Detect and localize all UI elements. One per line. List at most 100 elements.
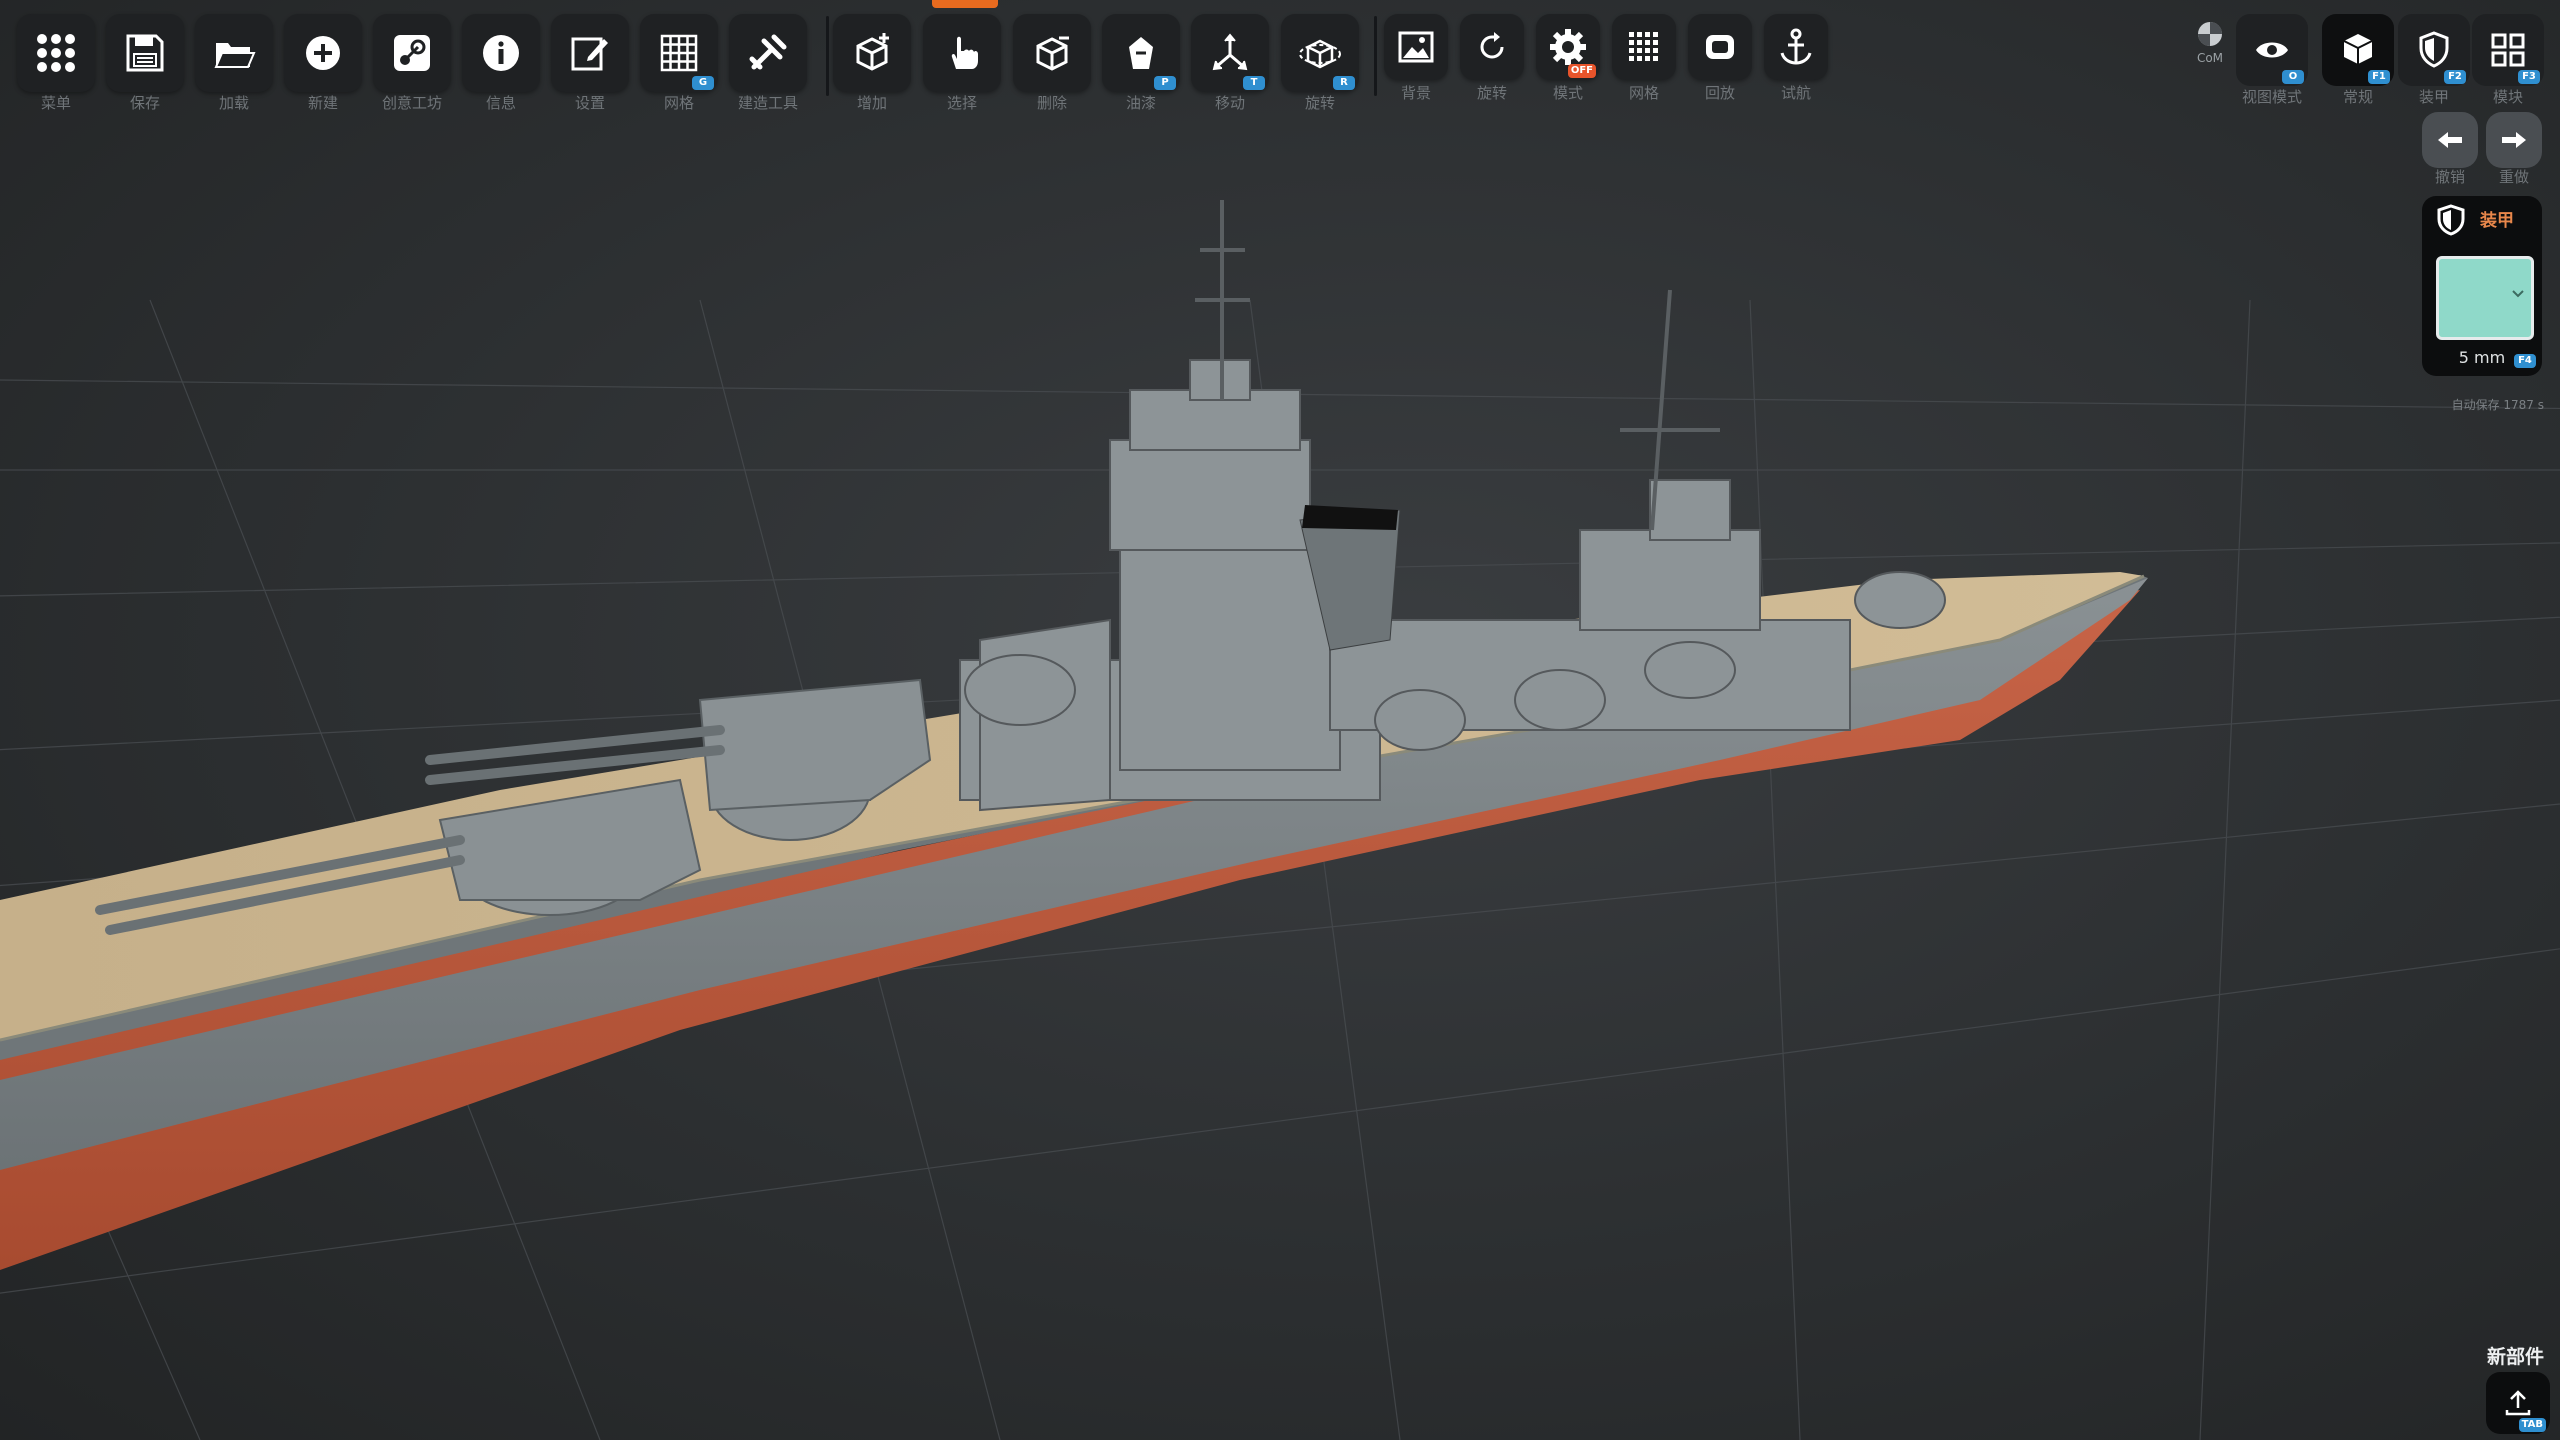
move-axes-icon	[1212, 33, 1248, 71]
toolbar-button-gear[interactable]: OFF	[1536, 14, 1600, 80]
hotkey-badge: P	[1154, 76, 1176, 90]
toolbar-label: 油漆	[1125, 94, 1156, 112]
cube-icon	[2343, 34, 2373, 64]
hotkey-badge: G	[692, 76, 714, 90]
view-button-eye[interactable]: O	[2236, 14, 2308, 86]
replay-icon	[1706, 35, 1734, 59]
toolbar-button-save[interactable]	[106, 14, 184, 92]
grid-icon	[660, 34, 698, 72]
view-button-shield[interactable]: F2	[2398, 14, 2470, 86]
toolbar-label: 新建	[307, 94, 338, 112]
toolbar-button-rotate[interactable]	[1460, 14, 1524, 80]
toolbar-button-anchor[interactable]	[1764, 14, 1828, 80]
toolbar-button-grid[interactable]: G	[640, 14, 718, 92]
toolbar-button-plus-circle[interactable]	[284, 14, 362, 92]
hotkey-badge: R	[1333, 76, 1355, 90]
toolbar-button-grid-dots[interactable]	[17, 14, 95, 92]
toolbar-label: 网格	[663, 94, 694, 112]
3d-viewport[interactable]	[0, 0, 2560, 1440]
toolbar-button-edit[interactable]	[551, 14, 629, 92]
info-icon	[483, 35, 519, 71]
delete-cube-icon	[1036, 36, 1069, 71]
toolbar-divider	[1374, 16, 1377, 96]
undo-button[interactable]	[2422, 112, 2478, 168]
toolbar-button-paint-bucket[interactable]: P	[1102, 14, 1180, 92]
eye-icon	[2256, 42, 2288, 58]
hand-pointer-icon	[951, 36, 978, 69]
active-tool-indicator	[932, 0, 998, 8]
plus-circle-icon	[306, 36, 340, 70]
armor-panel: 装甲 5 mm F4	[2422, 196, 2542, 376]
view-label: 常规	[2342, 88, 2373, 106]
new-part-hotkey-badge: TAB	[2518, 1418, 2546, 1432]
toolbar-button-folder[interactable]	[195, 14, 273, 92]
new-part-button[interactable]: TAB	[2486, 1372, 2550, 1434]
toolbar-button-replay[interactable]	[1688, 14, 1752, 80]
toolbar-label: 设置	[574, 94, 605, 112]
autosave-status: 自动保存 1787 s	[2451, 398, 2544, 412]
toolbar-button-rotate-cube[interactable]: R	[1281, 14, 1359, 92]
rotate-cube-icon	[1299, 39, 1341, 69]
edit-icon	[571, 37, 608, 71]
tools-icon	[749, 34, 787, 70]
redo-button[interactable]	[2486, 112, 2542, 168]
toolbar-label: 移动	[1214, 94, 1245, 112]
hotkey-badge: F1	[2368, 70, 2390, 84]
com-label: CoM	[2196, 51, 2224, 65]
toolbar-button-small-grid[interactable]	[1612, 14, 1676, 80]
toolbar-button-delete-cube[interactable]	[1013, 14, 1091, 92]
image-icon	[1398, 31, 1434, 63]
hotkey-badge: OFF	[1567, 64, 1596, 78]
com-toggle[interactable]: CoM	[2190, 20, 2230, 65]
view-label: 装甲	[2418, 88, 2449, 106]
toolbar-label: 旋转	[1304, 94, 1335, 112]
toolbar-label: 增加	[856, 94, 887, 112]
view-label: 模块	[2492, 88, 2523, 106]
save-icon	[126, 34, 164, 72]
toolbar-label: 建造工具	[737, 94, 798, 112]
toolbar-label: 选择	[946, 94, 977, 112]
steam-icon	[394, 35, 430, 71]
toolbar-label: 加载	[218, 94, 249, 112]
toolbar-label: 删除	[1036, 94, 1067, 112]
toolbar-button-image[interactable]	[1384, 14, 1448, 80]
arrow-left-icon	[2438, 132, 2462, 148]
toolbar-button-tools[interactable]	[729, 14, 807, 92]
toolbar-label: 创意工坊	[381, 94, 442, 112]
view-button-cube[interactable]: F1	[2322, 14, 2394, 86]
toolbar-label: 信息	[485, 94, 516, 112]
view-button-modules[interactable]: F3	[2472, 14, 2544, 86]
toolbar-label: 菜单	[40, 94, 71, 112]
toolbar-label: 保存	[129, 94, 160, 112]
toolbar-button-hand-pointer[interactable]	[923, 14, 1001, 92]
toolbar-button-move-axes[interactable]: T	[1191, 14, 1269, 92]
center-of-mass-icon	[2198, 22, 2222, 46]
toolbar-label: 试航	[1780, 84, 1811, 102]
upload-icon	[2505, 1390, 2531, 1416]
toolbar-divider	[826, 16, 829, 96]
modules-icon	[2491, 33, 2525, 67]
armor-title: 装甲	[2480, 211, 2514, 231]
shield-icon	[2419, 31, 2449, 68]
new-part-label: 新部件	[2486, 1346, 2544, 1368]
add-cube-icon	[856, 33, 889, 71]
folder-icon	[214, 43, 256, 68]
small-grid-icon	[1629, 32, 1658, 61]
chevron-down-icon	[2512, 290, 2524, 298]
toolbar-button-add-cube[interactable]	[833, 14, 911, 92]
hotkey-badge: F2	[2444, 70, 2466, 84]
shield-icon	[2437, 204, 2465, 236]
rotate-icon	[1480, 32, 1504, 59]
hotkey-badge: O	[2282, 70, 2304, 84]
arrow-right-icon	[2502, 132, 2526, 148]
grid-dots-icon	[37, 34, 75, 72]
view-label: 视图模式	[2241, 88, 2302, 106]
toolbar-button-steam[interactable]	[373, 14, 451, 92]
hotkey-badge: T	[1243, 76, 1265, 90]
hotkey-badge: F3	[2518, 70, 2540, 84]
armor-hotkey-badge: F4	[2514, 354, 2536, 368]
anchor-icon	[1780, 28, 1812, 65]
paint-bucket-icon	[1129, 37, 1153, 69]
toolbar-button-info[interactable]	[462, 14, 540, 92]
armor-color-swatch[interactable]	[2436, 256, 2534, 340]
